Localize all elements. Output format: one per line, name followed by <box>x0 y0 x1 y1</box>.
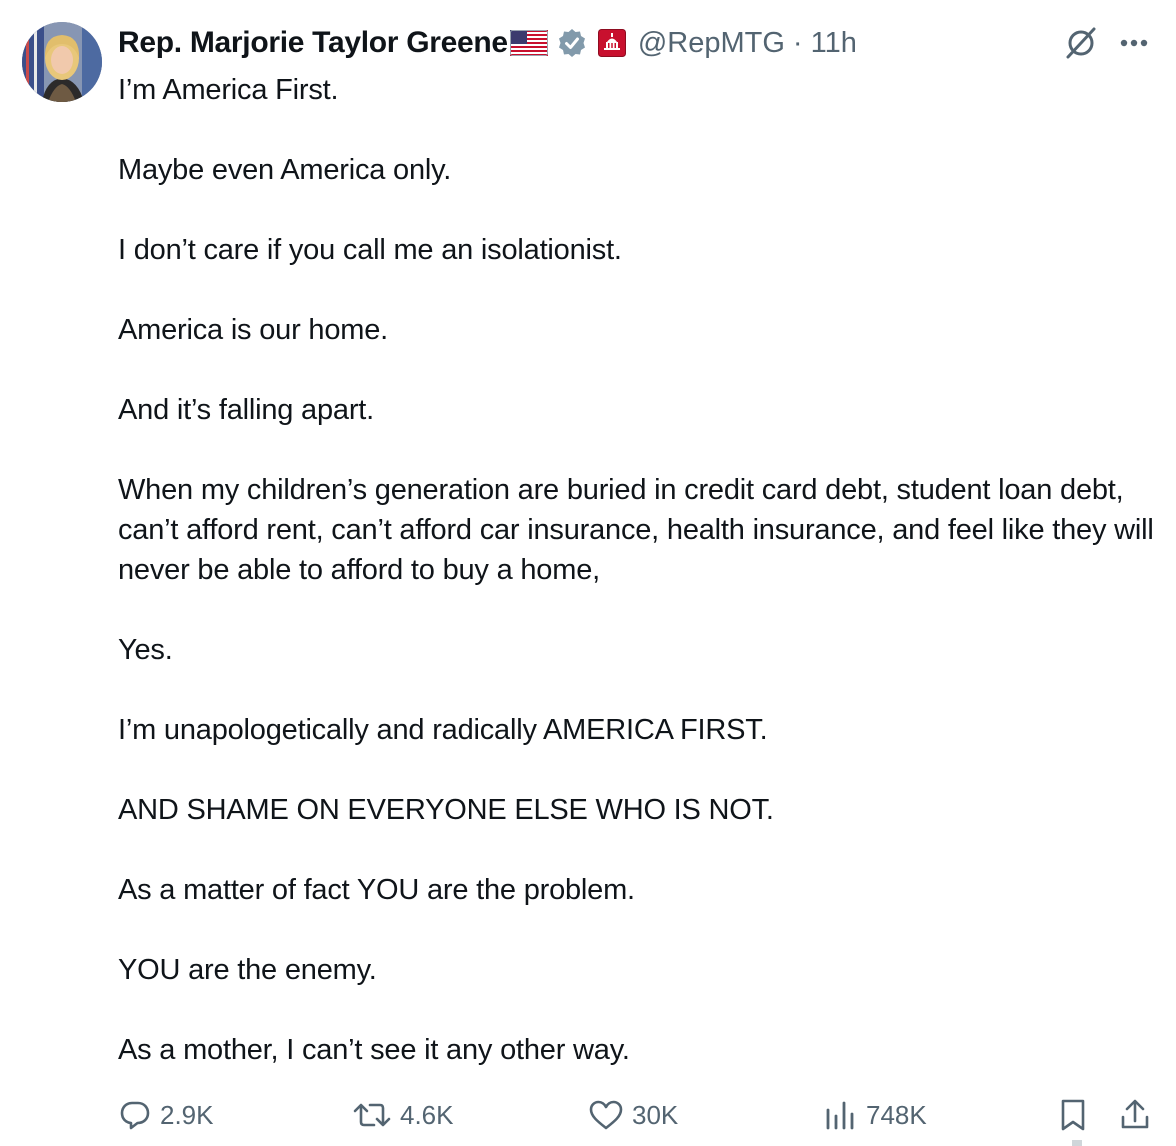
tweet-paragraph: And it’s falling apart. <box>118 394 375 426</box>
tweet-paragraph: AND SHAME ON EVERYONE ELSE WHO IS NOT. <box>118 794 774 826</box>
verified-badge-icon[interactable] <box>556 27 588 59</box>
tweet-header: Rep. Marjorie Taylor Greene @RepMTG · 11… <box>118 22 857 64</box>
tweet-paragraph: I’m America First. <box>118 74 339 106</box>
divider <box>1072 1140 1082 1146</box>
bookmark-icon <box>1061 1099 1085 1131</box>
repost-button[interactable]: 4.6K <box>352 1092 454 1138</box>
tweet-paragraph: As a matter of fact YOU are the problem. <box>118 874 635 906</box>
tweet-paragraph: Maybe even America only. <box>118 154 452 186</box>
views-button[interactable]: 748K <box>822 1092 927 1138</box>
repost-count: 4.6K <box>400 1099 454 1130</box>
view-count: 748K <box>866 1099 927 1130</box>
repost-icon <box>353 1103 391 1127</box>
handle-and-time[interactable]: @RepMTG · 11h <box>638 27 857 60</box>
bookmark-button[interactable] <box>1056 1092 1098 1138</box>
share-button[interactable] <box>1118 1092 1160 1138</box>
action-bar: 2.9K 4.6K 30K 748K <box>0 1092 1176 1138</box>
reply-button[interactable]: 2.9K <box>118 1092 214 1138</box>
tweet-text: I’m America First. Maybe even America on… <box>118 70 1158 1070</box>
tweet-paragraph: Yes. <box>118 634 173 666</box>
like-button[interactable]: 30K <box>588 1092 678 1138</box>
avatar[interactable] <box>22 22 102 102</box>
reply-count: 2.9K <box>160 1099 214 1130</box>
reply-icon <box>120 1101 150 1130</box>
tweet[interactable]: Rep. Marjorie Taylor Greene @RepMTG · 11… <box>0 0 1176 1146</box>
us-capitol-badge-icon[interactable] <box>597 29 626 57</box>
tweet-paragraph: As a mother, I can’t see it any other wa… <box>118 1034 630 1066</box>
share-icon <box>1121 1099 1149 1129</box>
more-options-icon[interactable] <box>1114 28 1154 58</box>
tweet-paragraph: I’m unapologetically and radically AMERI… <box>118 714 768 746</box>
tweet-paragraph: I don’t care if you call me an isolation… <box>118 234 622 266</box>
like-count: 30K <box>632 1099 679 1130</box>
tweet-paragraph: YOU are the enemy. <box>118 954 377 986</box>
us-flag-icon <box>509 30 548 56</box>
analytics-icon <box>826 1101 854 1130</box>
tweet-paragraph: When my children’s generation are buried… <box>118 474 1154 586</box>
tweet-paragraph: America is our home. <box>118 314 388 346</box>
grok-icon[interactable] <box>1062 24 1100 62</box>
display-name[interactable]: Rep. Marjorie Taylor Greene <box>118 26 508 60</box>
heart-icon <box>589 1100 623 1130</box>
